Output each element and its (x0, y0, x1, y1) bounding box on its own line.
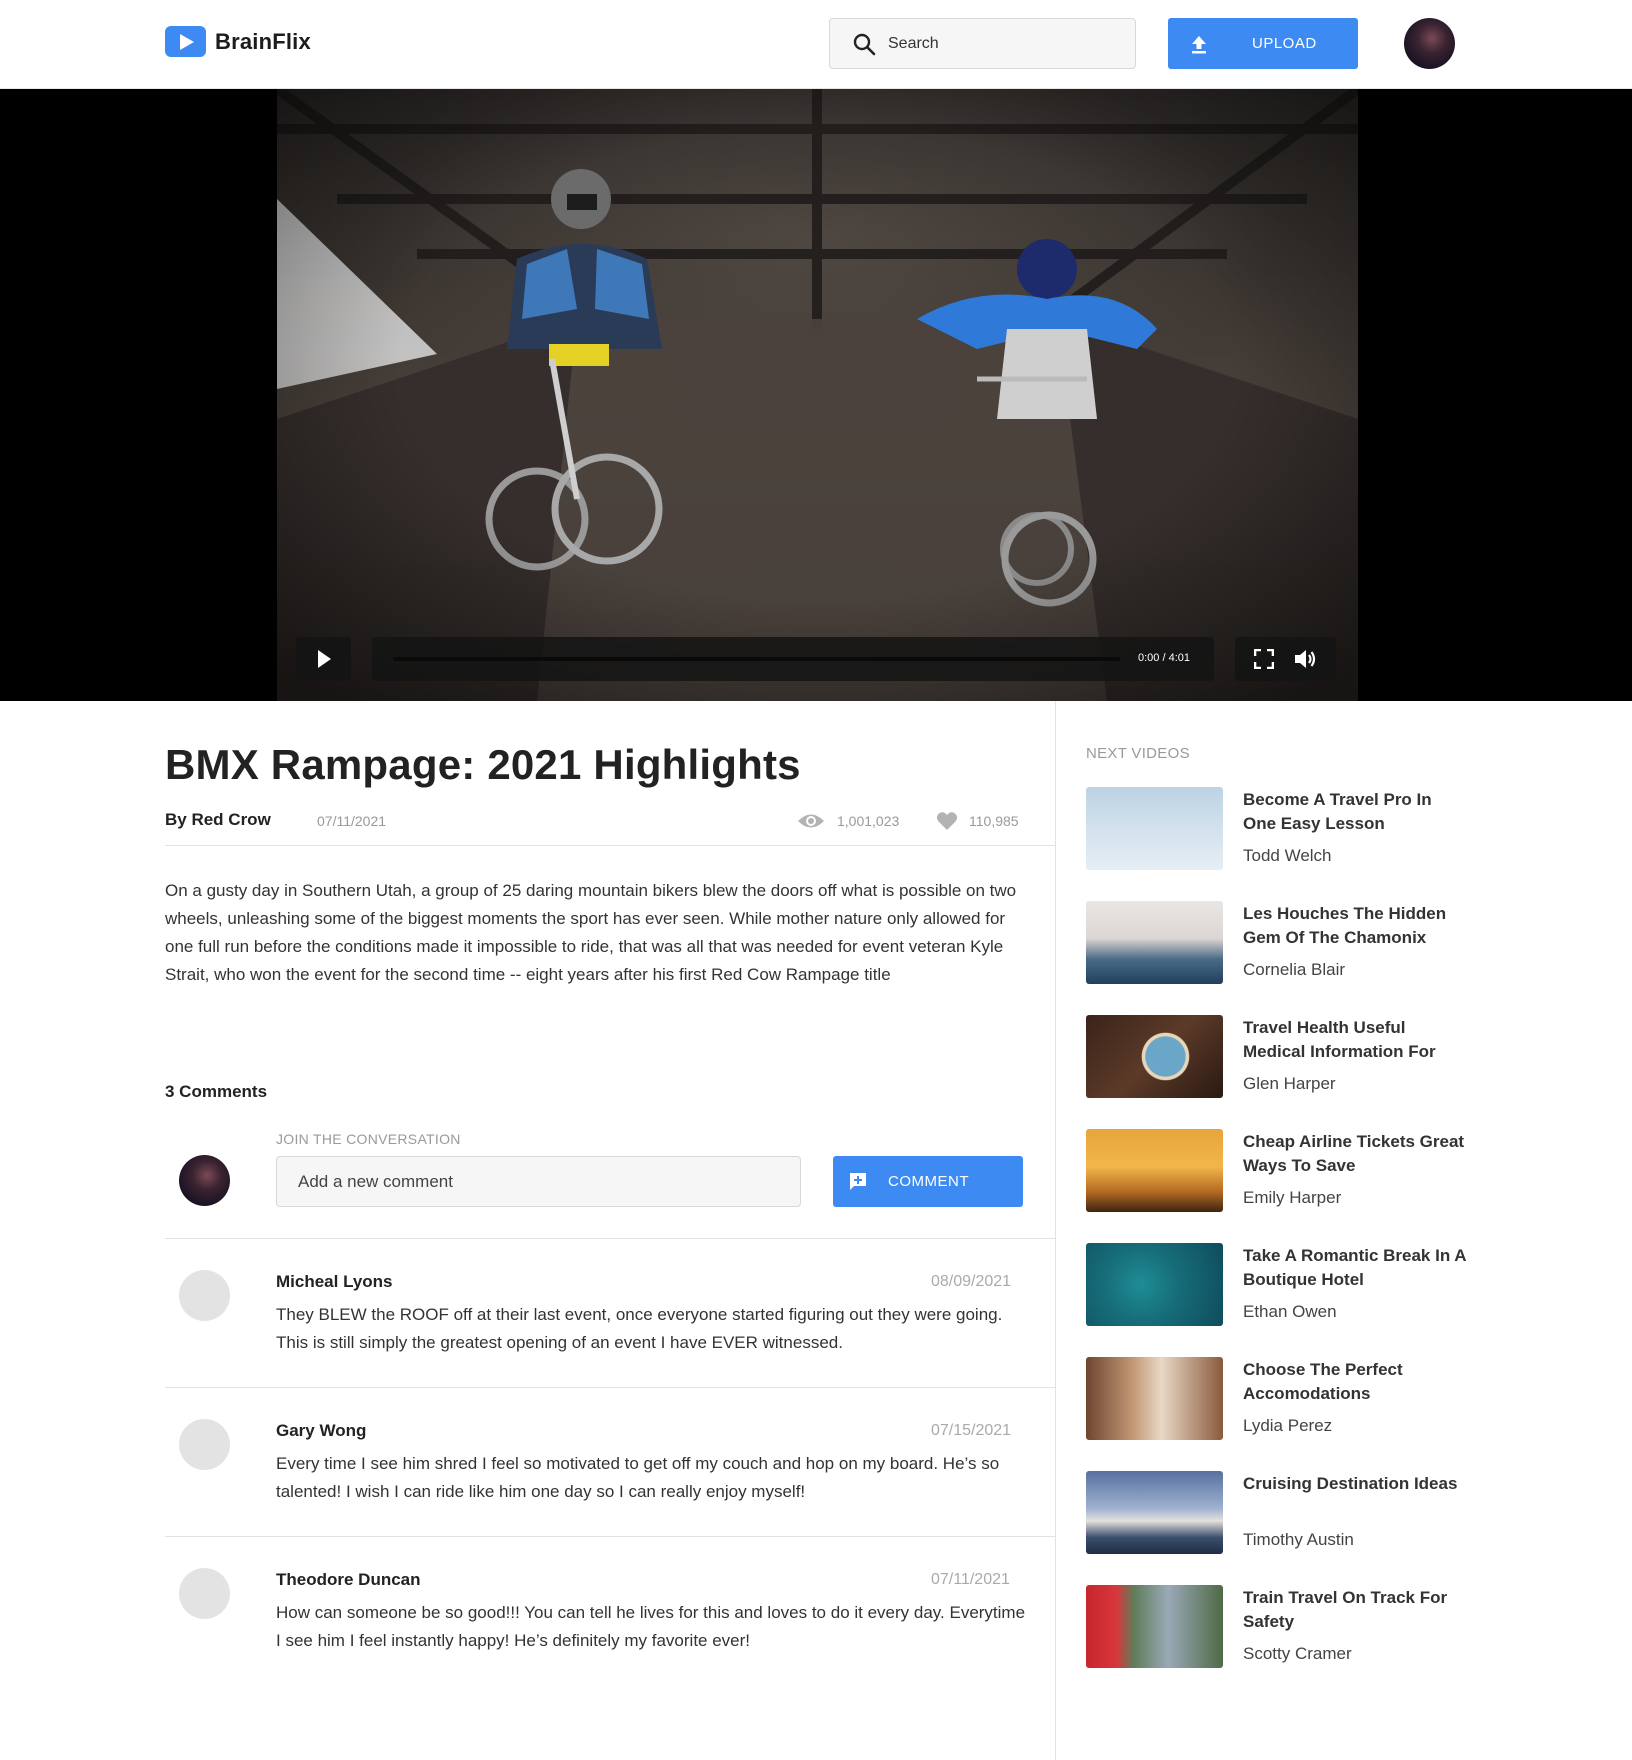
comment-item: Gary Wong 07/15/2021 Every time I see hi… (165, 1387, 1055, 1536)
commenter-avatar (179, 1155, 230, 1206)
next-video-author: Lydia Perez (1243, 1416, 1333, 1435)
comment-avatar (179, 1419, 230, 1470)
next-video-item[interactable]: Train Travel On Track For Safety Scotty … (1086, 1585, 1466, 1670)
next-video-author: Timothy Austin (1243, 1530, 1354, 1549)
comment-button-label: COMMENT (888, 1173, 969, 1190)
video-thumbnail[interactable] (1086, 901, 1223, 984)
video-thumbnail[interactable] (1086, 1471, 1223, 1554)
search-bar[interactable] (829, 18, 1136, 69)
likes-icon[interactable] (936, 811, 958, 831)
play-icon (318, 650, 331, 668)
view-count: 1,001,023 (837, 813, 900, 829)
next-video-title: Take A Romantic Break In A Boutique Hote… (1243, 1246, 1466, 1289)
video-thumbnail[interactable] (1086, 1129, 1223, 1212)
search-input[interactable] (888, 34, 1118, 53)
add-comment-icon (850, 1173, 866, 1190)
next-video-title: Become A Travel Pro In One Easy Lesson (1243, 790, 1432, 833)
next-video-title: Choose The Perfect Accomodations (1243, 1360, 1403, 1403)
join-conversation-label: JOIN THE CONVERSATION (276, 1131, 461, 1147)
upload-icon (1192, 35, 1206, 53)
video-thumbnail[interactable] (1086, 787, 1223, 870)
brand-name: BrainFlix (215, 28, 311, 54)
next-video-author: Todd Welch (1243, 846, 1332, 865)
upload-button[interactable]: UPLOAD (1168, 18, 1358, 69)
upload-label: UPLOAD (1252, 35, 1317, 52)
next-video-item[interactable]: Cheap Airline Tickets Great Ways To Save… (1086, 1129, 1466, 1214)
next-video-item[interactable]: Become A Travel Pro In One Easy Lesson T… (1086, 787, 1466, 872)
video-description: On a gusty day in Southern Utah, a group… (165, 881, 1017, 984)
comment-date: 07/11/2021 (931, 1571, 1010, 1588)
volume-icon[interactable] (1293, 648, 1317, 670)
next-video-author: Scotty Cramer (1243, 1644, 1352, 1663)
video-meta: By Red Crow 07/11/2021 1,001,023 110,985 (165, 808, 1023, 832)
brand-logo[interactable]: BrainFlix (165, 26, 311, 57)
next-video-author: Glen Harper (1243, 1074, 1336, 1093)
comment-author: Theodore Duncan (276, 1570, 421, 1589)
video-poster (277, 89, 1358, 701)
comment-input[interactable] (276, 1156, 801, 1207)
comment-text: How can someone be so good!!! You can te… (276, 1603, 1026, 1650)
progress-track[interactable] (393, 657, 1120, 661)
channel-name[interactable]: By Red Crow (165, 810, 271, 830)
comment-avatar (179, 1568, 230, 1619)
next-video-author: Cornelia Blair (1243, 960, 1346, 979)
play-button[interactable] (296, 637, 351, 681)
video-thumbnail[interactable] (1086, 1585, 1223, 1668)
video-title: BMX Rampage: 2021 Highlights (165, 741, 801, 788)
fullscreen-icon[interactable] (1254, 649, 1274, 669)
top-nav: BrainFlix UPLOAD (0, 0, 1632, 89)
next-video-title: Cheap Airline Tickets Great Ways To Save (1243, 1132, 1465, 1175)
comment-author: Gary Wong (276, 1421, 367, 1440)
next-video-item[interactable]: Les Houches The Hidden Gem Of The Chamon… (1086, 901, 1466, 986)
comment-author: Micheal Lyons (276, 1272, 393, 1291)
user-avatar[interactable] (1404, 18, 1455, 69)
divider (165, 845, 1055, 846)
video-thumbnail[interactable] (1086, 1015, 1223, 1098)
comment-item: Theodore Duncan 07/11/2021 How can someo… (165, 1536, 1055, 1685)
next-video-title: Travel Health Useful Medical Information… (1243, 1018, 1436, 1061)
next-video-item[interactable]: Take A Romantic Break In A Boutique Hote… (1086, 1243, 1466, 1328)
comment-item: Micheal Lyons 08/09/2021 They BLEW the R… (165, 1238, 1055, 1387)
player-controls-right (1235, 637, 1336, 681)
comment-text: Every time I see him shred I feel so mot… (276, 1454, 1000, 1501)
comment-avatar (179, 1270, 230, 1321)
next-video-item[interactable]: Cruising Destination Ideas Timothy Austi… (1086, 1471, 1466, 1556)
next-video-title: Cruising Destination Ideas (1243, 1474, 1458, 1493)
video-player: 0:00 / 4:01 (0, 89, 1632, 701)
views-icon (798, 814, 824, 828)
publish-date: 07/11/2021 (317, 813, 387, 829)
column-divider (1055, 701, 1056, 1760)
logo-play-icon (165, 26, 206, 57)
video-thumbnail[interactable] (1086, 1357, 1223, 1440)
next-video-title: Train Travel On Track For Safety (1243, 1588, 1448, 1631)
comment-date: 08/09/2021 (931, 1273, 1012, 1290)
time-readout: 0:00 / 4:01 (1138, 652, 1190, 664)
next-video-author: Emily Harper (1243, 1188, 1342, 1207)
comments-count: 3 Comments (165, 1082, 268, 1101)
comment-text: They BLEW the ROOF off at their last eve… (276, 1305, 1003, 1352)
next-video-author: Ethan Owen (1243, 1302, 1337, 1321)
next-video-item[interactable]: Travel Health Useful Medical Information… (1086, 1015, 1466, 1100)
scrubber-bar[interactable]: 0:00 / 4:01 (372, 637, 1214, 681)
next-videos-label: NEXT VIDEOS (1086, 745, 1190, 762)
next-video-item[interactable]: Choose The Perfect Accomodations Lydia P… (1086, 1357, 1466, 1442)
search-icon (853, 33, 876, 55)
comment-button[interactable]: COMMENT (833, 1156, 1023, 1207)
next-video-title: Les Houches The Hidden Gem Of The Chamon… (1243, 904, 1447, 947)
like-count: 110,985 (969, 813, 1019, 829)
comment-date: 07/15/2021 (931, 1422, 1012, 1439)
video-frame[interactable]: 0:00 / 4:01 (277, 89, 1358, 701)
video-thumbnail[interactable] (1086, 1243, 1223, 1326)
